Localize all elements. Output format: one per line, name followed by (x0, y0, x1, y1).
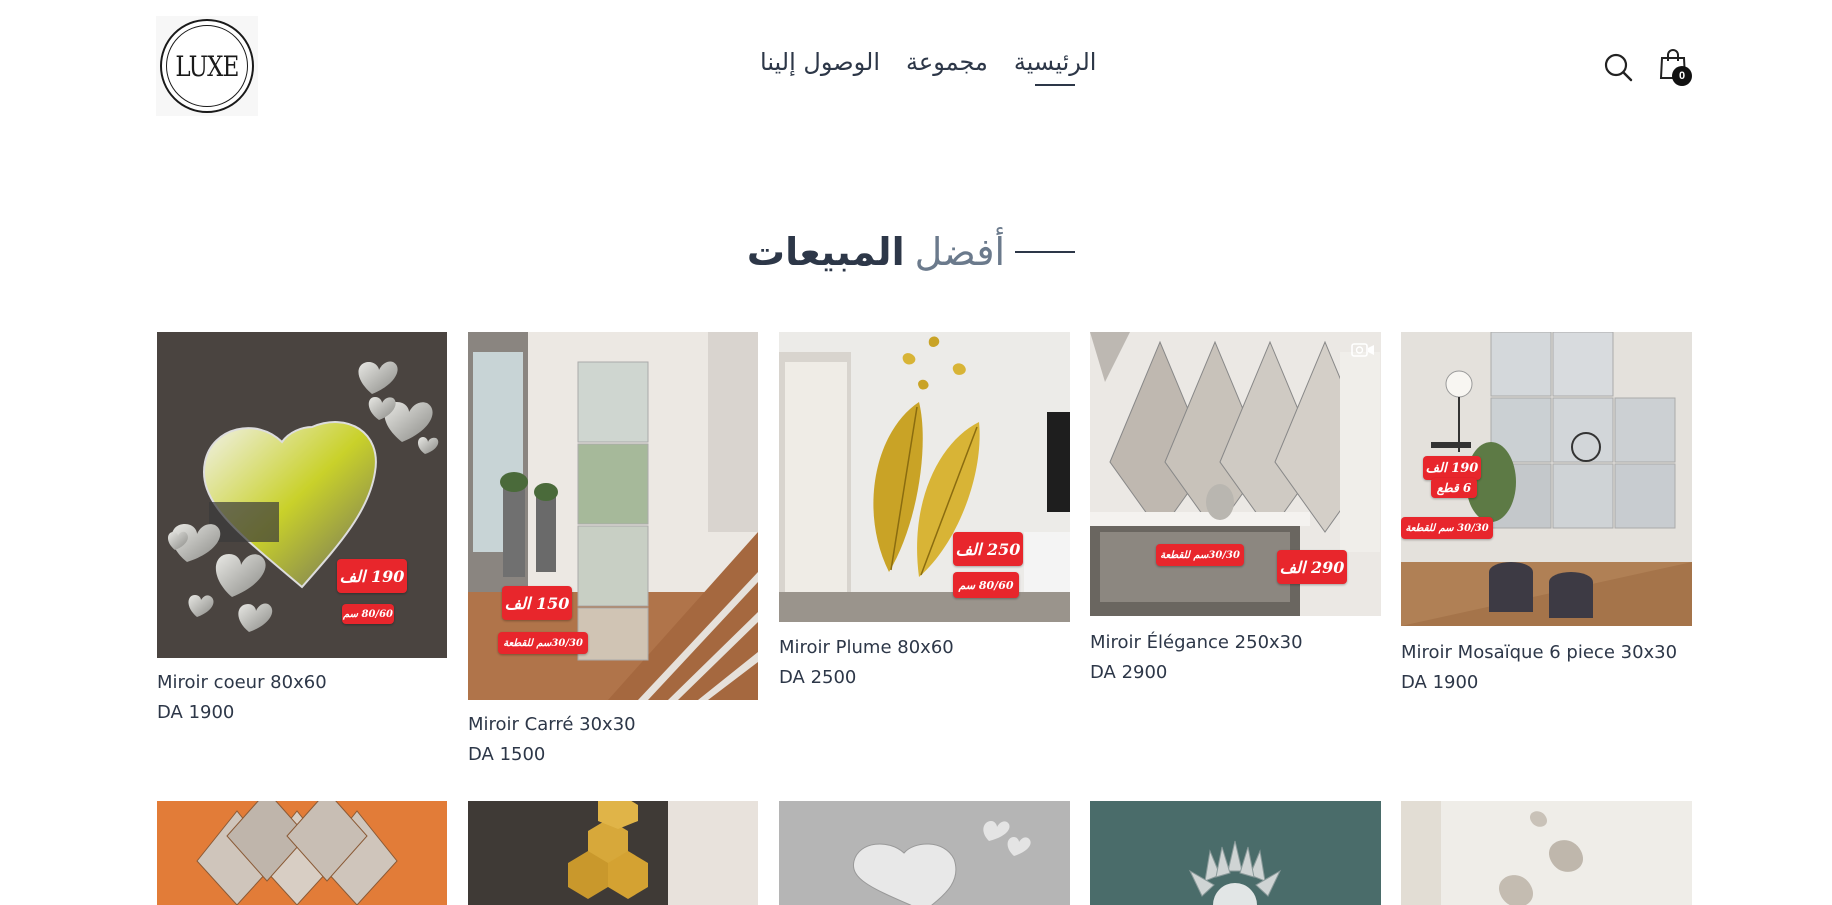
product-image-diamond-mirror[interactable]: 290 الف 30/30سم للقطعة (1090, 332, 1381, 616)
main-nav: الرئيسية مجموعة الوصول إلينا (760, 42, 1096, 86)
product-image[interactable] (1401, 801, 1692, 905)
product-image[interactable] (1090, 801, 1381, 905)
heading-bold-word: المبيعات (746, 230, 905, 274)
price-tag: 250 الف (953, 532, 1023, 566)
product-card[interactable] (468, 801, 758, 905)
size-tag: 80/60 سم (953, 572, 1019, 598)
product-card[interactable] (157, 801, 447, 905)
product-image-mosaic-mirror[interactable]: 190 الف 6 قطع 30/30 سم للقطعة (1401, 332, 1692, 626)
product-card[interactable]: 190 الف 6 قطع 30/30 سم للقطعة Miroir Mos… (1401, 332, 1692, 702)
section-heading: أفضل المبيعات (0, 225, 1832, 279)
heading-light-word: أفضل (914, 230, 1006, 274)
logo[interactable]: LUXE (156, 16, 258, 116)
product-price: DA 2500 (779, 667, 857, 688)
site-header: LUXE الرئيسية مجموعة الوصول إلينا 0 (0, 0, 1832, 135)
product-title[interactable]: Miroir Carré 30x30 (468, 714, 636, 735)
product-image-square-mirror[interactable]: 150 الف 30/30سم للقطعة (468, 332, 758, 700)
product-price: DA 2900 (1090, 662, 1168, 683)
product-price: DA 1500 (468, 744, 546, 765)
product-card[interactable]: 290 الف 30/30سم للقطعة Miroir Élégance 2… (1090, 332, 1381, 702)
size-tag: 30/30سم للقطعة (1156, 544, 1244, 566)
price-tag: 150 الف (502, 586, 572, 620)
product-image[interactable] (779, 801, 1070, 905)
product-image[interactable] (157, 801, 447, 905)
product-title[interactable]: Miroir Élégance 250x30 (1090, 632, 1303, 653)
price-tag: 190 الف (1423, 456, 1481, 480)
product-title[interactable]: Miroir Mosaïque 6 piece 30x30 (1401, 642, 1677, 663)
logo-text: LUXE (175, 49, 239, 83)
size-tag: 80/60 سم (342, 604, 394, 624)
product-price: DA 1900 (1401, 672, 1479, 693)
nav-item-collection[interactable]: مجموعة (906, 42, 988, 82)
product-image-feather-mirror[interactable]: 250 الف 80/60 سم (779, 332, 1070, 622)
product-card[interactable] (1090, 801, 1381, 905)
product-card[interactable]: 250 الف 80/60 سم Miroir Plume 80x60 DA 2… (779, 332, 1070, 702)
size-tag: 30/30 سم للقطعة (1401, 517, 1493, 539)
price-tag: 190 الف (337, 559, 407, 593)
search-icon[interactable] (1603, 52, 1633, 82)
pieces-tag: 6 قطع (1431, 478, 1477, 498)
product-price: DA 1900 (157, 702, 235, 723)
product-card[interactable] (779, 801, 1070, 905)
video-icon (1351, 342, 1375, 358)
nav-item-contact[interactable]: الوصول إلينا (760, 42, 880, 82)
heading-decorative-line (1015, 251, 1076, 253)
product-title[interactable]: Miroir coeur 80x60 (157, 672, 327, 693)
product-title[interactable]: Miroir Plume 80x60 (779, 637, 954, 658)
product-card[interactable]: 150 الف 30/30سم للقطعة Miroir Carré 30x3… (468, 332, 758, 772)
product-card[interactable] (1401, 801, 1692, 905)
product-image[interactable] (468, 801, 758, 905)
price-tag: 290 الف (1277, 550, 1347, 584)
product-card[interactable]: 190 الف 80/60 سم Miroir coeur 80x60 DA 1… (157, 332, 447, 732)
nav-item-home[interactable]: الرئيسية (1014, 42, 1096, 86)
size-tag: 30/30سم للقطعة (498, 632, 588, 654)
cart-count-badge: 0 (1672, 66, 1692, 86)
product-image-heart-mirror[interactable]: 190 الف 80/60 سم (157, 332, 447, 658)
